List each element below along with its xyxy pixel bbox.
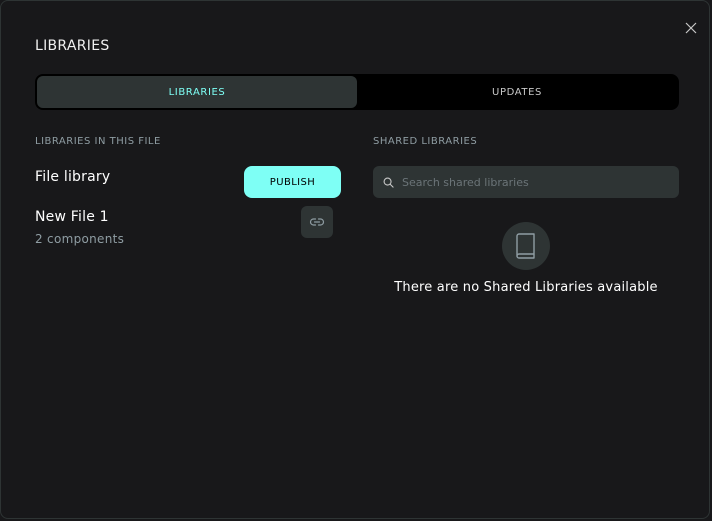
local-libraries-heading: LIBRARIES IN THIS FILE bbox=[35, 136, 161, 147]
book-icon bbox=[516, 233, 535, 259]
tab-libraries[interactable]: LIBRARIES bbox=[37, 76, 357, 108]
unlink-icon bbox=[309, 218, 325, 226]
libraries-dialog: LIBRARIES LIBRARIES UPDATES LIBRARIES IN… bbox=[0, 0, 710, 519]
unlink-library-button[interactable] bbox=[301, 206, 333, 238]
close-button[interactable] bbox=[681, 18, 701, 38]
shared-libraries-heading: SHARED LIBRARIES bbox=[373, 136, 478, 147]
shared-search-input[interactable] bbox=[400, 174, 664, 190]
dialog-title: LIBRARIES bbox=[35, 38, 110, 54]
publish-button[interactable]: PUBLISH bbox=[244, 166, 341, 198]
close-icon bbox=[685, 22, 697, 34]
tab-updates[interactable]: UPDATES bbox=[357, 76, 677, 108]
library-component-count: 2 components bbox=[35, 232, 125, 246]
tab-bar: LIBRARIES UPDATES bbox=[35, 74, 679, 110]
empty-state-icon-wrapper bbox=[502, 222, 550, 270]
library-name: New File 1 bbox=[35, 209, 109, 225]
shared-search-box bbox=[373, 166, 679, 198]
search-icon bbox=[383, 177, 394, 188]
file-library-label: File library bbox=[35, 169, 111, 185]
empty-state-message: There are no Shared Libraries available bbox=[394, 280, 658, 295]
